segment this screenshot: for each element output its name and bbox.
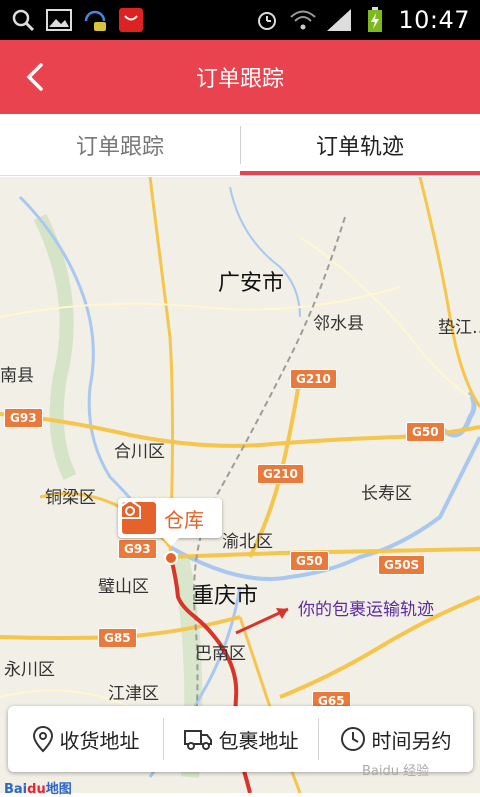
city-label-dianjiang: 垫江… — [438, 318, 480, 338]
tab-bar: 订单跟踪 订单轨迹 — [0, 114, 480, 176]
city-label-bishan: 璧山区 — [98, 577, 149, 597]
city-label-guangan: 广安市 — [218, 271, 285, 296]
city-label-hechuan: 合川区 — [114, 442, 165, 462]
chat-notification-icon — [82, 7, 108, 33]
road-shield: G93 — [4, 408, 43, 428]
clock-icon — [340, 727, 365, 751]
city-label-jiangjin: 江津区 — [108, 684, 159, 704]
road-shield: G85 — [98, 628, 137, 648]
city-label-nanxian: 南县 — [0, 366, 34, 386]
status-bar: 10:47 — [0, 0, 480, 40]
search-icon — [10, 7, 36, 33]
tab-order-tracking[interactable]: 订单跟踪 — [0, 114, 240, 175]
city-label-tongliang: 铜梁区 — [45, 488, 96, 508]
road-shield: G210 — [257, 464, 304, 484]
road-shield: G50S — [378, 555, 426, 575]
gallery-icon — [46, 7, 72, 33]
road-shield: G50 — [406, 422, 445, 442]
city-label-chongqing: 重庆市 — [192, 584, 259, 609]
road-shield: G93 — [118, 539, 157, 559]
reschedule-time-label: 时间另约 — [371, 728, 452, 753]
city-label-linshui: 邻水县 — [313, 314, 364, 334]
city-label-banan: 巴南区 — [195, 644, 246, 664]
road-shield: G50 — [290, 551, 329, 571]
signal-icon — [326, 7, 352, 33]
road-shield: G210 — [290, 369, 337, 389]
tab-divider — [240, 126, 241, 164]
map-view[interactable]: 广安市 邻水县 垫江… 南县 合川区 铜梁区 长寿区 渝北区 璧山区 重庆市 巴… — [0, 177, 480, 793]
warehouse-label: 仓库 — [164, 507, 204, 532]
city-label-changshou: 长寿区 — [361, 484, 412, 504]
wifi-icon — [290, 7, 317, 33]
chevron-left-icon — [26, 63, 43, 91]
page-title: 订单跟踪 — [195, 67, 284, 92]
route-annotation: 你的包裹运输轨迹 — [298, 600, 434, 620]
city-label-yubei: 渝北区 — [222, 532, 273, 552]
status-time: 10:47 — [398, 6, 470, 34]
shopping-app-icon — [118, 7, 144, 33]
delivery-truck-icon — [183, 730, 212, 750]
parcel-address-button[interactable]: 包裹地址 — [163, 706, 318, 772]
alarm-icon — [254, 7, 280, 33]
receiving-address-button[interactable]: 收货地址 — [8, 706, 163, 772]
battery-icon — [362, 7, 388, 33]
warehouse-marker[interactable]: 仓库 — [118, 498, 222, 538]
location-pin-icon — [32, 725, 53, 753]
city-label-yongchuan: 永川区 — [4, 660, 55, 680]
back-button[interactable] — [16, 58, 54, 96]
receiving-address-label: 收货地址 — [59, 728, 140, 753]
parcel-address-label: 包裹地址 — [218, 728, 299, 753]
watermark: Baidu 经验 — [362, 764, 430, 779]
warehouse-icon — [119, 498, 156, 534]
tab-order-route[interactable]: 订单轨迹 — [240, 114, 480, 175]
warehouse-marker-pointer — [163, 538, 179, 546]
baidu-map-logo: Baidu地图 — [4, 782, 72, 797]
header-bar: 订单跟踪 — [0, 40, 480, 114]
